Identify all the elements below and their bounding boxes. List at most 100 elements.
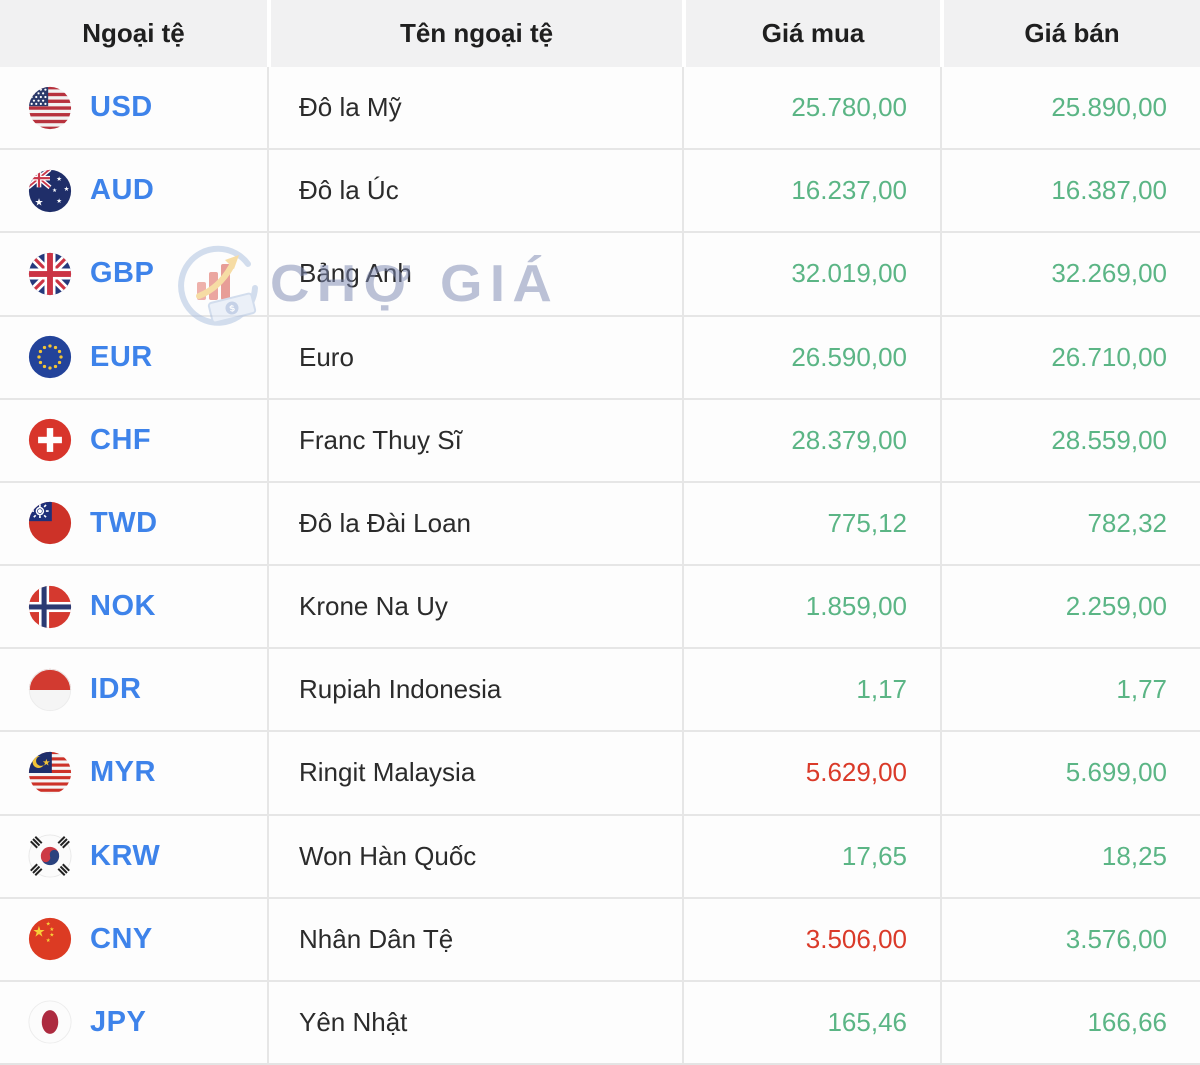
name-cell: Krone Na Uy: [267, 566, 682, 648]
sell-price-cell: 2.259,00: [940, 566, 1200, 648]
svg-text:★: ★: [42, 758, 50, 768]
currency-name-label: Đô la Đài Loan: [299, 507, 471, 538]
table-row: IDR Rupiah Indonesia 1,17 1,77: [0, 647, 1200, 731]
sell-price-cell: 16.387,00: [940, 150, 1200, 232]
buy-price-cell: 32.019,00: [682, 233, 940, 315]
buy-price-cell: 26.590,00: [682, 316, 940, 398]
name-cell: Franc Thuỵ Sĩ: [267, 399, 682, 481]
sell-price-cell: 28.559,00: [940, 399, 1200, 481]
name-cell: Bảng Anh: [267, 233, 682, 315]
name-cell: Ringit Malaysia: [267, 732, 682, 814]
table-row: GBP Bảng Anh 32.019,00 32.269,00: [0, 231, 1200, 315]
currency-name-label: Đô la Mỹ: [299, 92, 402, 123]
currency-code-link[interactable]: MYR: [90, 756, 156, 789]
name-cell: Đô la Đài Loan: [267, 482, 682, 565]
currency-code-link[interactable]: AUD: [90, 174, 154, 207]
buy-price-cell: 25.780,00: [682, 67, 940, 149]
svg-text:★: ★: [64, 186, 70, 193]
buy-price-cell: 17,65: [682, 815, 940, 897]
currency-code-link[interactable]: KRW: [90, 840, 160, 873]
table-row: NOK Krone Na Uy 1.859,00 2.259,00: [0, 564, 1200, 648]
currency-code-link[interactable]: CHF: [90, 424, 151, 457]
svg-text:★: ★: [56, 198, 62, 205]
table-row: KRW Won Hàn Quốc 17,65 18,25: [0, 813, 1200, 897]
currency-name-label: Rupiah Indonesia: [299, 674, 502, 705]
name-cell: Nhân Dân Tệ: [267, 898, 682, 980]
currency-cell: CHF: [0, 400, 267, 481]
currency-cell: IDR: [0, 649, 267, 730]
svg-text:★: ★: [46, 938, 51, 944]
currency-code-link[interactable]: JPY: [90, 1006, 146, 1039]
name-cell: Yên Nhật: [267, 981, 682, 1063]
table-row: CHF Franc Thuỵ Sĩ 28.379,00 28.559,00: [0, 397, 1200, 481]
svg-text:★: ★: [52, 188, 57, 194]
buy-price-cell: 165,46: [682, 981, 940, 1063]
svg-text:★: ★: [32, 925, 45, 941]
currency-name-label: Ringit Malaysia: [299, 757, 476, 788]
buy-price-cell: 775,12: [682, 482, 940, 565]
usd-flag-icon: [28, 86, 72, 130]
currency-cell: KRW: [0, 816, 267, 897]
table-row: ★ ★ ★ ★ ★ AUD Đô la Úc 16.237,00 16.387,00: [0, 148, 1200, 232]
table-row: TWD Đô la Đài Loan 775,12 782,32: [0, 480, 1200, 565]
header-sell: Giá bán: [940, 0, 1200, 67]
currency-cell: USD: [0, 67, 267, 148]
table-row: USD Đô la Mỹ 25.780,00 25.890,00: [0, 67, 1200, 149]
currency-name-label: Won Hàn Quốc: [299, 840, 477, 871]
currency-name-label: Nhân Dân Tệ: [299, 923, 454, 954]
currency-name-label: Krone Na Uy: [299, 591, 448, 622]
table-row: EUR Euro 26.590,00 26.710,00: [0, 314, 1200, 398]
currency-name-label: Đô la Úc: [299, 175, 399, 206]
currency-code-link[interactable]: TWD: [90, 507, 158, 540]
name-cell: Rupiah Indonesia: [267, 649, 682, 731]
sell-price-cell: 782,32: [940, 482, 1200, 565]
idr-flag-icon: [28, 668, 72, 712]
currency-code-link[interactable]: CNY: [90, 923, 153, 956]
currency-code-link[interactable]: GBP: [90, 257, 154, 290]
name-cell: Won Hàn Quốc: [267, 815, 682, 897]
name-cell: Đô la Úc: [267, 150, 682, 232]
currency-cell: ★ ★ ★ ★ ★ AUD: [0, 150, 267, 231]
header-name: Tên ngoại tệ: [267, 0, 682, 67]
currency-name-label: Euro: [299, 341, 354, 372]
header-buy: Giá mua: [682, 0, 940, 67]
svg-text:★: ★: [34, 197, 43, 208]
sell-price-cell: 25.890,00: [940, 67, 1200, 149]
sell-price-cell: 5.699,00: [940, 732, 1200, 814]
exchange-rate-table: Ngoại tệ Tên ngoại tệ Giá mua Giá bán US…: [0, 0, 1200, 1065]
buy-price-cell: 1.859,00: [682, 566, 940, 648]
currency-cell: GBP: [0, 233, 267, 314]
header-currency: Ngoại tệ: [0, 0, 267, 67]
table-row: ★ MYR Ringit Malaysia 5.629,00 5.699,00: [0, 730, 1200, 814]
krw-flag-icon: [28, 834, 72, 878]
svg-text:★: ★: [56, 176, 62, 183]
currency-cell: ★ MYR: [0, 732, 267, 813]
table-header-row: Ngoại tệ Tên ngoại tệ Giá mua Giá bán: [0, 0, 1200, 67]
twd-flag-icon: [28, 501, 72, 545]
myr-flag-icon: ★: [28, 751, 72, 795]
buy-price-cell: 1,17: [682, 649, 940, 731]
name-cell: Euro: [267, 316, 682, 398]
gbp-flag-icon: [28, 252, 72, 296]
table-row: JPY Yên Nhật 165,46 166,66: [0, 979, 1200, 1063]
chf-flag-icon: [28, 418, 72, 462]
currency-code-link[interactable]: NOK: [90, 590, 156, 623]
sell-price-cell: 26.710,00: [940, 316, 1200, 398]
currency-cell: TWD: [0, 483, 267, 564]
buy-price-cell: 3.506,00: [682, 898, 940, 980]
currency-name-label: Franc Thuỵ Sĩ: [299, 424, 462, 455]
sell-price-cell: 166,66: [940, 981, 1200, 1063]
currency-code-link[interactable]: USD: [90, 91, 153, 124]
buy-price-cell: 5.629,00: [682, 732, 940, 814]
buy-price-cell: 16.237,00: [682, 150, 940, 232]
eur-flag-icon: [28, 335, 72, 379]
currency-code-link[interactable]: IDR: [90, 673, 141, 706]
jpy-flag-icon: [28, 1000, 72, 1045]
name-cell: Đô la Mỹ: [267, 67, 682, 149]
sell-price-cell: 3.576,00: [940, 898, 1200, 980]
sell-price-cell: 1,77: [940, 649, 1200, 731]
currency-cell: NOK: [0, 566, 267, 647]
currency-cell: EUR: [0, 317, 267, 398]
currency-name-label: Yên Nhật: [299, 1006, 408, 1037]
currency-code-link[interactable]: EUR: [90, 341, 153, 374]
